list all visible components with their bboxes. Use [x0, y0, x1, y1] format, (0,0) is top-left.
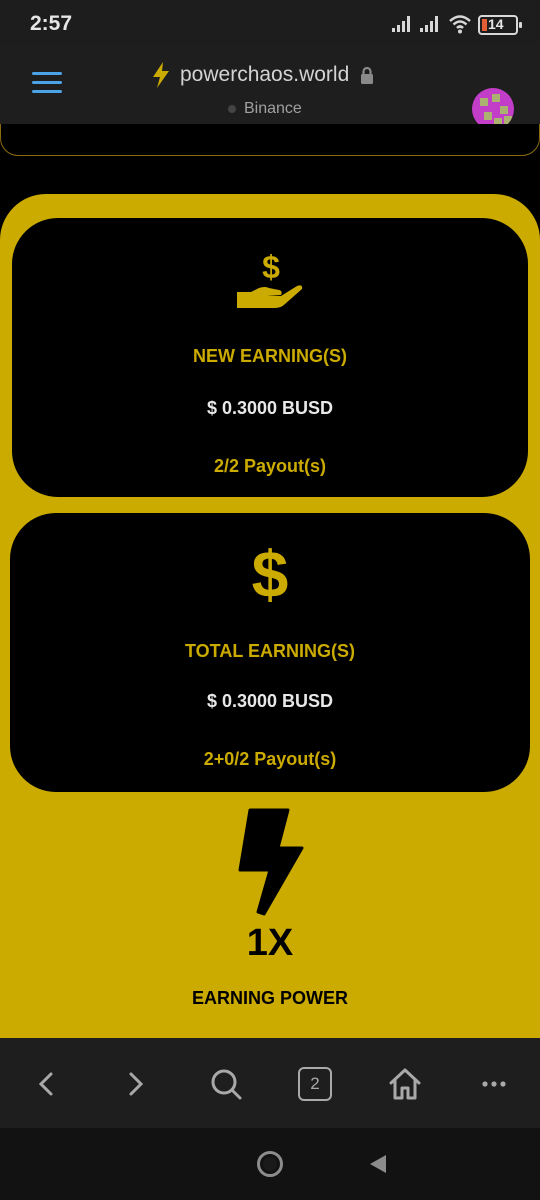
previous-card-edge	[0, 124, 540, 156]
tabs-button[interactable]: 2	[295, 1064, 335, 1104]
site-domain: powerchaos.world	[180, 63, 350, 86]
more-dots-icon	[482, 1081, 506, 1087]
system-back-icon[interactable]	[368, 1154, 388, 1174]
signal-icon	[420, 16, 440, 32]
power-label: EARNING POWER	[191, 988, 348, 1008]
battery-level: 14	[488, 16, 504, 32]
menu-button[interactable]	[32, 72, 62, 94]
status-time: 2:57	[30, 12, 73, 35]
network-indicator: Binance	[228, 100, 302, 118]
back-nav-button[interactable]	[26, 1064, 66, 1104]
svg-text:$: $	[262, 249, 280, 285]
home-icon	[389, 1068, 421, 1100]
card-value: $ 0.3000 BUSD	[206, 398, 334, 418]
battery-icon: 14	[478, 15, 522, 35]
network-label: Binance	[244, 100, 302, 117]
browser-header: powerchaos.world Binance	[0, 44, 540, 130]
wifi-icon	[449, 15, 471, 34]
home-button[interactable]	[385, 1064, 425, 1104]
chevron-left-icon	[38, 1072, 53, 1096]
card-title: NEW EARNING(S)	[193, 346, 347, 366]
card-title: TOTAL EARNING(S)	[185, 641, 355, 661]
tabs-count: 2	[298, 1067, 332, 1101]
search-icon	[211, 1069, 242, 1100]
address-bar[interactable]: powerchaos.world	[150, 60, 375, 90]
new-earnings-card: $ NEW EARNING(S) $ 0.3000 BUSD 2/2 Payou…	[12, 218, 528, 497]
system-home-button[interactable]	[257, 1151, 283, 1177]
lock-icon	[361, 66, 374, 84]
network-status-dot	[228, 105, 236, 113]
browser-toolbar: 2	[0, 1038, 540, 1128]
svg-text:$: $	[252, 539, 289, 607]
card-payout: 2+0/2 Payout(s)	[203, 749, 337, 769]
system-nav-bar	[0, 1128, 540, 1200]
card-value: $ 0.3000 BUSD	[206, 691, 334, 711]
more-options-button[interactable]	[474, 1064, 514, 1104]
status-bar: 2:57 14	[0, 0, 540, 44]
power-multiplier: 1X	[246, 922, 294, 964]
lightning-bolt-icon	[238, 808, 304, 916]
hand-dollar-icon: $	[237, 249, 303, 308]
lightning-bolt-icon	[153, 62, 169, 88]
forward-nav-button[interactable]	[116, 1064, 156, 1104]
page-content: $ NEW EARNING(S) $ 0.3000 BUSD 2/2 Payou…	[0, 124, 540, 1038]
total-earnings-card: $ TOTAL EARNING(S) $ 0.3000 BUSD 2+0/2 P…	[10, 513, 530, 792]
dollar-icon: $	[252, 539, 289, 607]
signal-icon	[392, 16, 412, 32]
chevron-right-icon	[129, 1072, 144, 1096]
search-button[interactable]	[206, 1064, 246, 1104]
card-payout: 2/2 Payout(s)	[213, 456, 327, 476]
